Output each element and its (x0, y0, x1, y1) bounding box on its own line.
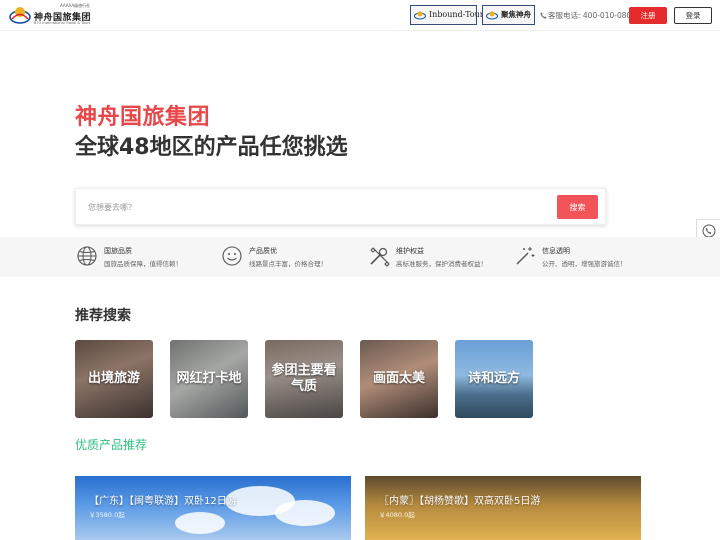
recommend-section-title: 推荐搜索 (75, 308, 131, 324)
feature-desc: 高标准服务，保护消费者权益！ (396, 260, 487, 268)
globe-icon (77, 246, 97, 266)
search-bar: 搜索 (75, 188, 606, 225)
partner-inbound-tours[interactable]: Inbound-Tours (410, 5, 488, 25)
site-header: AAAAA级旅行社 神舟国旅集团 BTG International Trave… (0, 0, 720, 31)
tools-icon (370, 247, 390, 267)
product-price: ￥4080.0起 (379, 511, 415, 519)
tile-label: 网红打卡地 (176, 371, 242, 386)
recommend-tile[interactable]: 诗和远方 (455, 340, 533, 418)
phone-icon (540, 12, 547, 19)
hero-subtitle: 全球48地区的产品任您挑选 (75, 135, 348, 160)
feature-title: 信息透明 (542, 247, 570, 255)
hero-title: 神舟国旅集团 (75, 105, 211, 130)
partner-label: 聚焦神舟 (501, 10, 531, 19)
product-price: ￥3580.0起 (89, 511, 125, 519)
recommend-tile[interactable]: 网红打卡地 (170, 340, 248, 418)
quality-section-title: 优质产品推荐 (75, 438, 148, 452)
recommend-tile[interactable]: 出境旅游 (75, 340, 153, 418)
product-card[interactable]: 〖内蒙〗【胡杨赞歌】双高双卧5日游 ￥4080.0起 (365, 476, 641, 540)
site-logo[interactable]: AAAAA级旅行社 神舟国旅集团 BTG International Trave… (8, 3, 94, 26)
feature-title: 国旅品质 (104, 247, 132, 255)
smile-icon (222, 246, 242, 266)
cloud-decoration (175, 512, 225, 534)
tile-label: 出境旅游 (87, 371, 140, 386)
logo-english-name: BTG International Travel & Tours (34, 21, 91, 25)
feature-desc: 国旅品质保障，值得信赖！ (104, 260, 182, 268)
feature-title: 维护权益 (396, 247, 424, 255)
feature-desc: 公开、透明，增强旅游诚信！ (542, 260, 627, 268)
feature-desc: 线路景点丰富，价格合理！ (249, 260, 327, 268)
wand-icon (516, 247, 535, 265)
logo-emblem-icon (9, 7, 31, 24)
phone-text: 客服电话: 400-010-0808 (548, 11, 637, 20)
register-button[interactable]: 注册 (629, 7, 667, 24)
feature-strip: 国旅品质 国旅品质保障，值得信赖！ 产品质优 线路景点丰富，价格合理！ 维护权益… (0, 237, 720, 277)
product-title: 〖内蒙〗【胡杨赞歌】双高双卧5日游 (379, 496, 541, 507)
partner-focus-shenzhou[interactable]: 聚焦神舟 (482, 5, 535, 25)
recommend-tile[interactable]: 参团主要看气质 (265, 340, 343, 418)
search-input[interactable] (88, 197, 538, 217)
search-button[interactable]: 搜索 (557, 195, 598, 219)
tile-label: 参团主要看气质 (271, 363, 337, 394)
logo-tagline: AAAAA级旅行社 (60, 3, 91, 8)
recommend-tile[interactable]: 画面太美 (360, 340, 438, 418)
cloud-decoration (275, 500, 335, 526)
partner-logo-icon (486, 11, 498, 20)
tile-label: 诗和远方 (467, 371, 520, 386)
customer-service-phone: 客服电话: 400-010-0808 (540, 10, 636, 21)
partner-label: Inbound-Tours (429, 10, 488, 19)
headset-phone-icon (702, 224, 715, 238)
tile-label: 画面太美 (372, 371, 425, 386)
product-title: 【广东】【闽粤联游】双卧12日游 (89, 496, 237, 507)
partner-logo-icon (414, 11, 426, 20)
feature-title: 产品质优 (249, 247, 277, 255)
product-card[interactable]: 【广东】【闽粤联游】双卧12日游 ￥3580.0起 (75, 476, 351, 540)
login-button[interactable]: 登录 (674, 7, 712, 24)
